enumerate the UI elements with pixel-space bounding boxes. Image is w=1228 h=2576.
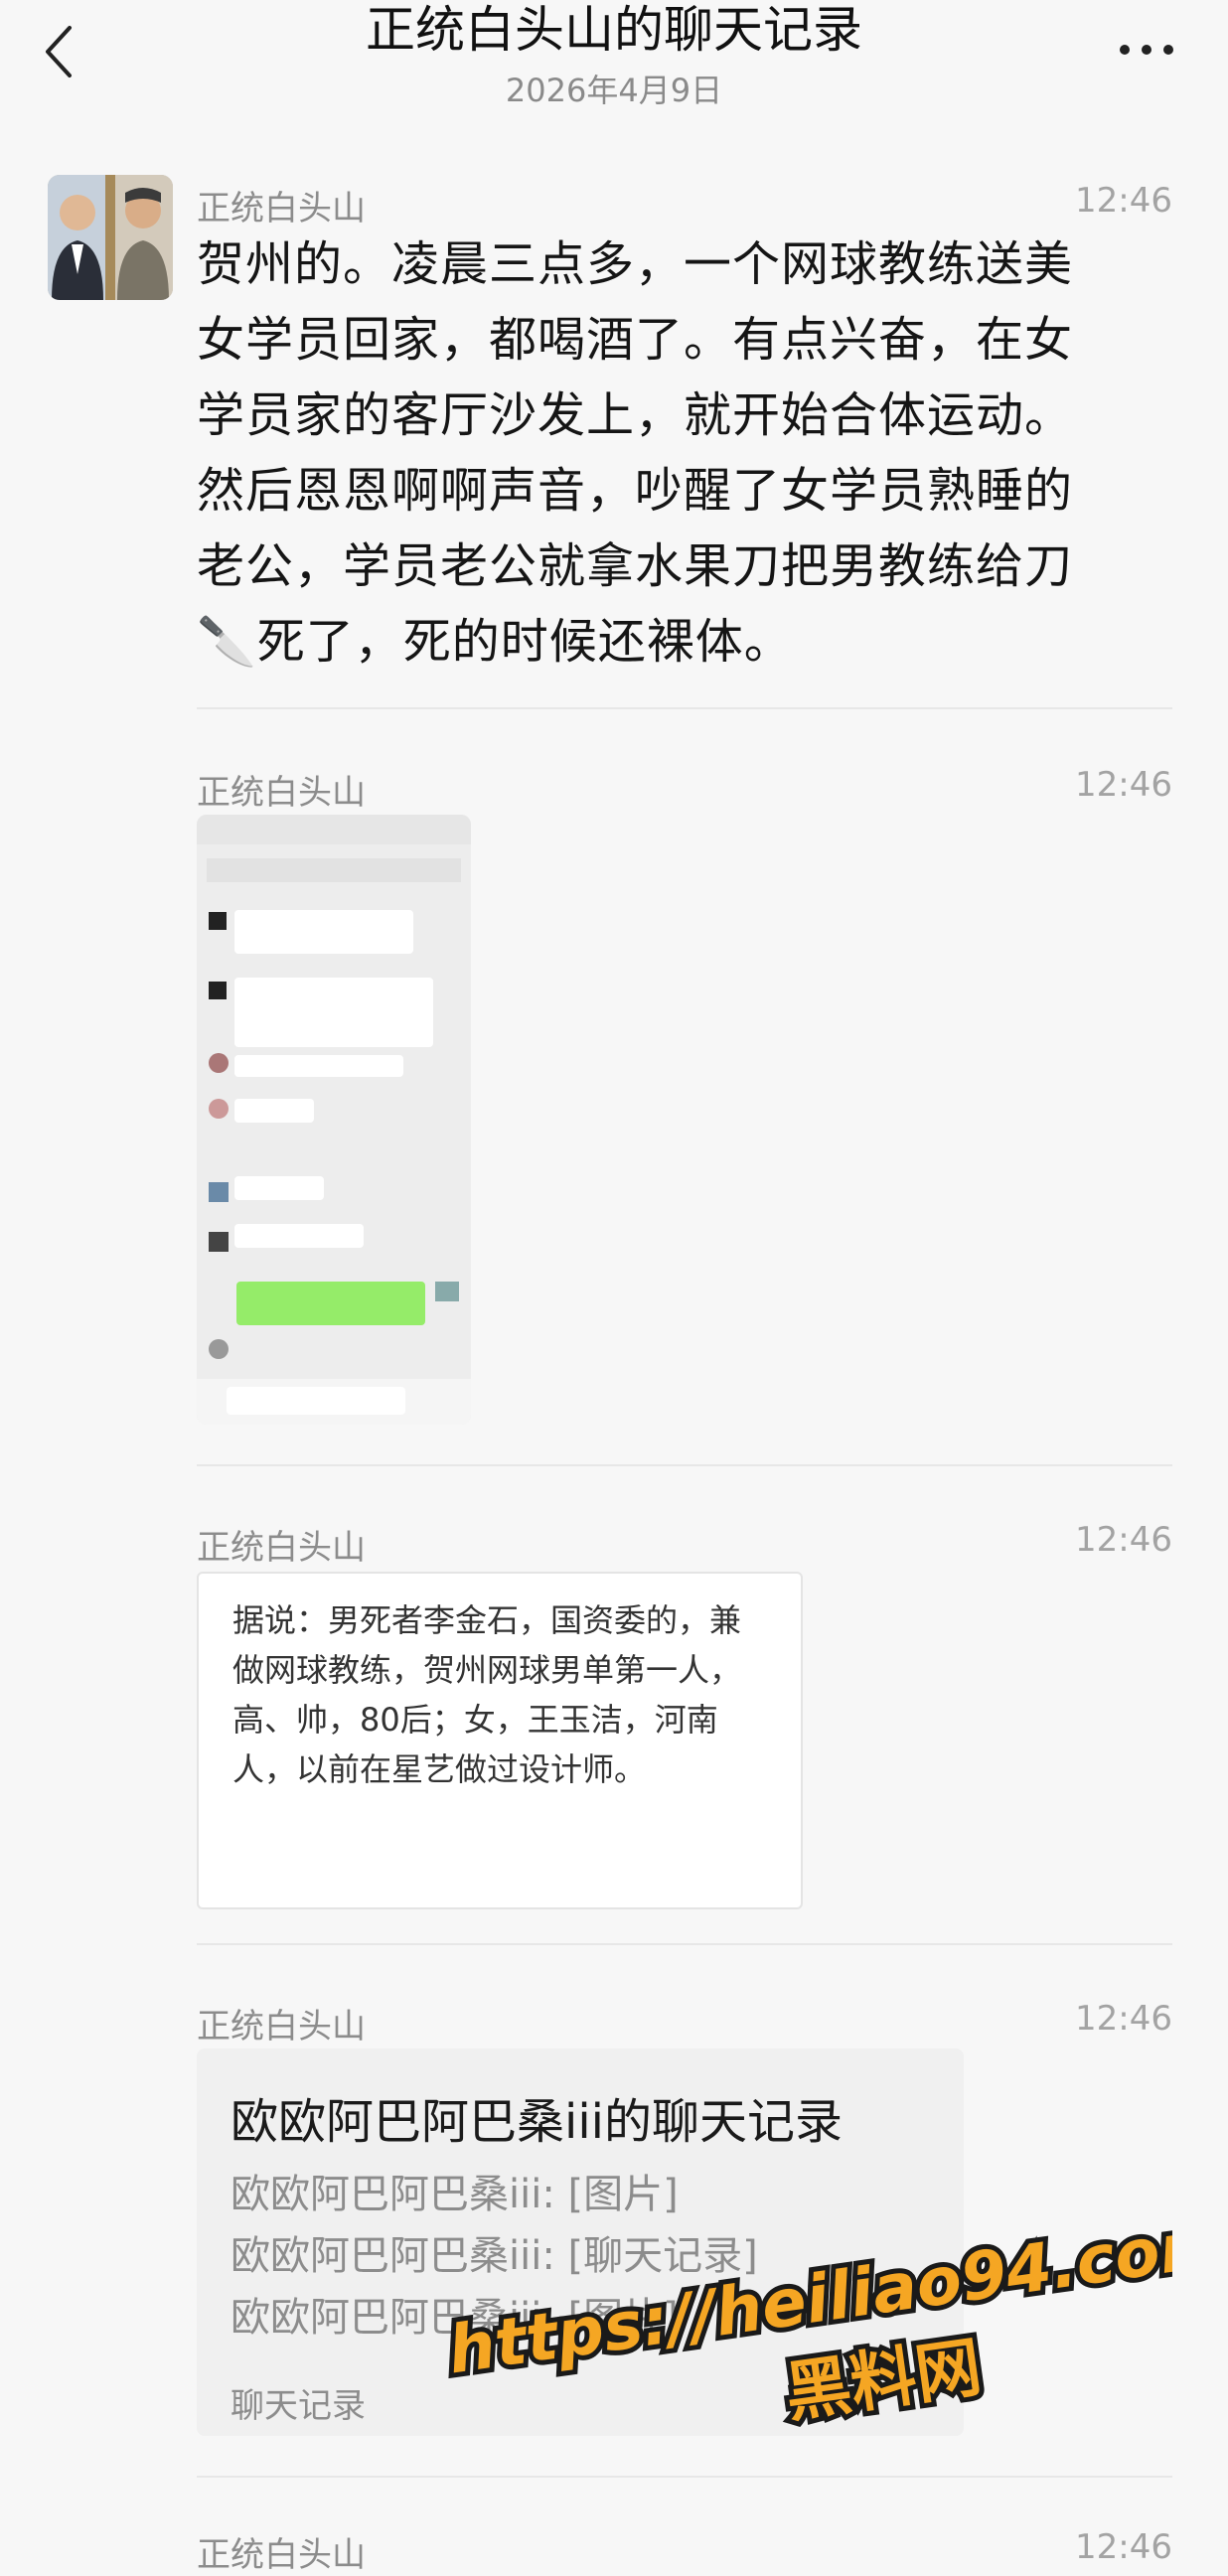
card-line: 人，以前在星艺做过设计师。 [232,1750,647,1788]
message-line: 然后恩恩啊啊声音，吵醒了女学员熟睡的 [197,463,1074,519]
message-time: 12:46 [1075,1999,1172,2039]
record-title: 欧欧阿巴阿巴桑iii的聊天记录 [230,2094,844,2150]
message-time: 12:46 [1075,181,1172,221]
divider [197,1943,1172,1945]
watermark-name: 黑料网 [781,2329,987,2432]
page-title: 正统白头山的聊天记录 [366,1,862,59]
divider [197,1464,1172,1466]
card-line: 做网球教练，贺州网球男单第一人， [232,1651,742,1689]
record-footer: 聊天记录 [230,2386,366,2426]
text-image-message[interactable]: 据说：男死者李金石，国资委的，兼 做网球教练，贺州网球男单第一人， 高、帅，80… [197,1572,803,1909]
nav-header: 正统白头山的聊天记录 2026年4月9日 [0,0,1228,149]
message-text[interactable]: 贺州的。凌晨三点多，一个网球教练送美 女学员回家，都喝酒了。有点兴奋，在女 学员… [197,227,1151,680]
avatar[interactable] [48,175,173,300]
card-line: 据说：男死者李金石，国资委的，兼 [232,1601,742,1639]
more-dots-icon [1120,45,1173,55]
divider [197,707,1172,709]
message-time: 12:46 [1075,765,1172,805]
message-line: 🔪死了，死的时候还裸体。 [197,614,793,670]
message-line: 老公，学员老公就拿水果刀把男教练给刀 [197,538,1074,594]
card-line: 高、帅，80后；女，王玉洁，河南 [232,1701,718,1739]
watermark: https://heiliao94.com 黑料网 [438,2198,1172,2437]
message-sender: 正统白头山 [197,189,366,228]
message-sender: 正统白头山 [197,2007,366,2046]
message-sender: 正统白头山 [197,2535,366,2575]
message-line: 女学员回家，都喝酒了。有点兴奋，在女 [197,312,1074,368]
message-sender: 正统白头山 [197,1528,366,1568]
more-button[interactable] [1117,40,1176,60]
message-line: 贺州的。凌晨三点多，一个网球教练送美 [197,236,1074,292]
image-message[interactable] [197,815,471,1425]
message-sender: 正统白头山 [197,773,366,813]
page-date: 2026年4月9日 [505,72,723,109]
divider [197,2476,1172,2478]
message-line: 学员家的客厅沙发上，就开始合体运动。 [197,387,1074,443]
message-time: 12:46 [1075,2527,1172,2567]
message-time: 12:46 [1075,1520,1172,1560]
